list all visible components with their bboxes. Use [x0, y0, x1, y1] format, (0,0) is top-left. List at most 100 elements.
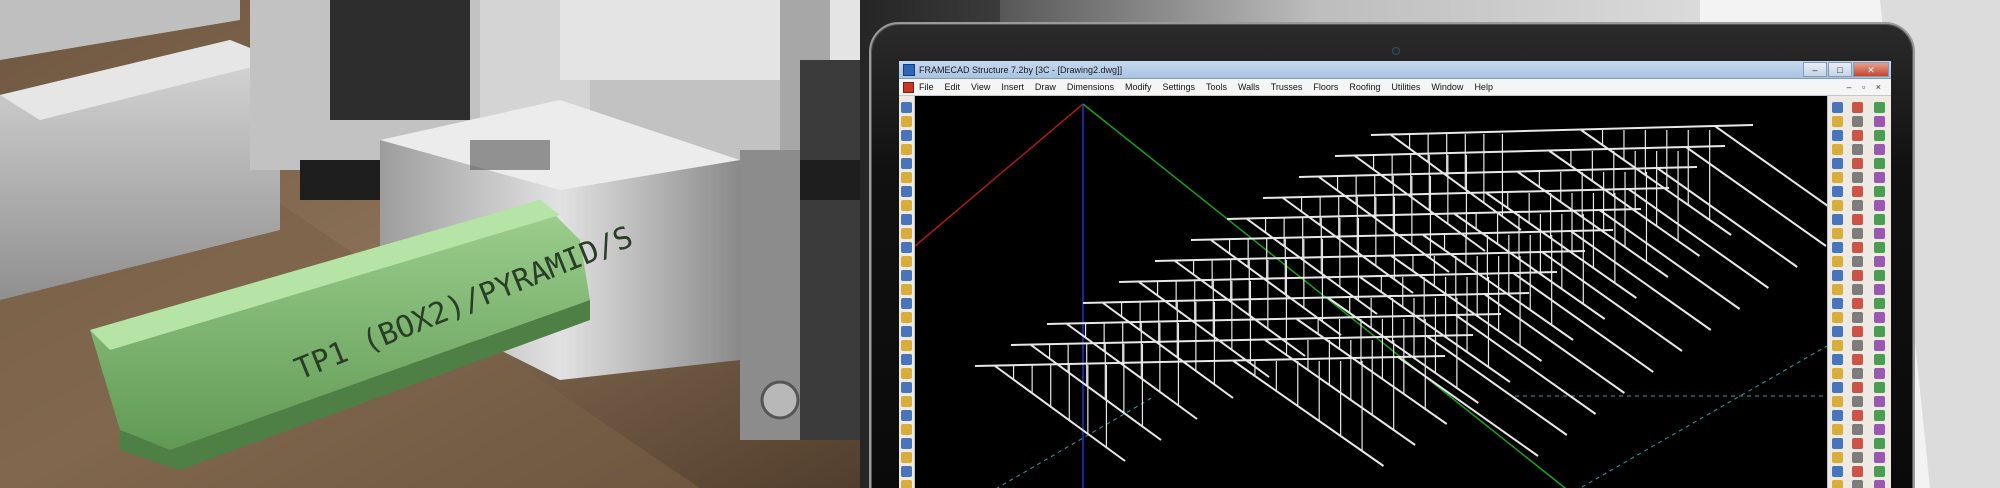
toolbar-tool-icon[interactable] — [1852, 452, 1863, 463]
toolbar-tool-icon[interactable] — [901, 368, 912, 379]
menu-insert[interactable]: Insert — [1001, 82, 1024, 92]
toolbar-tool-icon[interactable] — [1832, 130, 1843, 141]
toolbar-tool-icon[interactable] — [1832, 354, 1843, 365]
toolbar-tool-icon[interactable] — [1874, 256, 1885, 267]
toolbar-tool-icon[interactable] — [1852, 172, 1863, 183]
menu-walls[interactable]: Walls — [1238, 82, 1260, 92]
menu-tools[interactable]: Tools — [1206, 82, 1227, 92]
toolbar-tool-icon[interactable] — [1874, 228, 1885, 239]
toolbar-tool-icon[interactable] — [901, 298, 912, 309]
toolbar-tool-icon[interactable] — [1832, 270, 1843, 281]
toolbar-tool-icon[interactable] — [1852, 298, 1863, 309]
toolbar-tool-icon[interactable] — [901, 102, 912, 113]
toolbar-tool-icon[interactable] — [1874, 354, 1885, 365]
toolbar-tool-icon[interactable] — [1852, 466, 1863, 477]
toolbar-tool-icon[interactable] — [1832, 452, 1843, 463]
toolbar-tool-icon[interactable] — [1874, 424, 1885, 435]
toolbar-tool-icon[interactable] — [1832, 200, 1843, 211]
menu-view[interactable]: View — [971, 82, 990, 92]
toolbar-tool-icon[interactable] — [1874, 284, 1885, 295]
toolbar-tool-icon[interactable] — [1874, 242, 1885, 253]
toolbar-tool-icon[interactable] — [1832, 368, 1843, 379]
menu-modify[interactable]: Modify — [1125, 82, 1152, 92]
toolbar-tool-icon[interactable] — [1832, 116, 1843, 127]
toolbar-tool-icon[interactable] — [901, 200, 912, 211]
toolbar-tool-icon[interactable] — [901, 116, 912, 127]
toolbar-tool-icon[interactable] — [1874, 200, 1885, 211]
toolbar-tool-icon[interactable] — [1852, 424, 1863, 435]
menu-dimensions[interactable]: Dimensions — [1067, 82, 1114, 92]
menu-trusses[interactable]: Trusses — [1271, 82, 1303, 92]
menu-utilities[interactable]: Utilities — [1391, 82, 1420, 92]
toolbar-tool-icon[interactable] — [1874, 158, 1885, 169]
toolbar-tool-icon[interactable] — [1874, 452, 1885, 463]
toolbar-tool-icon[interactable] — [1874, 438, 1885, 449]
menu-help[interactable]: Help — [1474, 82, 1493, 92]
toolbar-tool-icon[interactable] — [1832, 340, 1843, 351]
toolbar-tool-icon[interactable] — [1852, 410, 1863, 421]
toolbar-tool-icon[interactable] — [901, 312, 912, 323]
toolbar-tool-icon[interactable] — [1832, 256, 1843, 267]
toolbar-tool-icon[interactable] — [1832, 242, 1843, 253]
toolbar-tool-icon[interactable] — [1832, 158, 1843, 169]
toolbar-tool-icon[interactable] — [901, 144, 912, 155]
toolbar-tool-icon[interactable] — [1874, 480, 1885, 488]
menu-file[interactable]: File — [919, 82, 934, 92]
toolbar-tool-icon[interactable] — [901, 326, 912, 337]
toolbar-tool-icon[interactable] — [1832, 228, 1843, 239]
toolbar-tool-icon[interactable] — [1832, 284, 1843, 295]
toolbar-tool-icon[interactable] — [1874, 144, 1885, 155]
toolbar-tool-icon[interactable] — [901, 452, 912, 463]
toolbar-tool-icon[interactable] — [1832, 102, 1843, 113]
toolbar-tool-icon[interactable] — [1874, 130, 1885, 141]
toolbar-tool-icon[interactable] — [1852, 144, 1863, 155]
toolbar-tool-icon[interactable] — [1832, 186, 1843, 197]
toolbar-tool-icon[interactable] — [1852, 326, 1863, 337]
toolbar-tool-icon[interactable] — [901, 438, 912, 449]
toolbar-tool-icon[interactable] — [901, 424, 912, 435]
toolbar-tool-icon[interactable] — [1874, 102, 1885, 113]
toolbar-tool-icon[interactable] — [901, 284, 912, 295]
toolbar-tool-icon[interactable] — [1852, 242, 1863, 253]
minimize-button[interactable]: – — [1803, 62, 1827, 77]
toolbar-tool-icon[interactable] — [1852, 186, 1863, 197]
document-window-controls[interactable]: – ▫ × — [1847, 82, 1885, 92]
toolbar-tool-icon[interactable] — [1852, 438, 1863, 449]
toolbar-tool-icon[interactable] — [1852, 382, 1863, 393]
maximize-button[interactable]: □ — [1828, 62, 1852, 77]
drawing-document-icon[interactable] — [903, 81, 914, 93]
menu-window[interactable]: Window — [1431, 82, 1463, 92]
menu-floors[interactable]: Floors — [1313, 82, 1338, 92]
toolbar-tool-icon[interactable] — [1852, 312, 1863, 323]
toolbar-tool-icon[interactable] — [1852, 214, 1863, 225]
toolbar-tool-icon[interactable] — [1874, 172, 1885, 183]
toolbar-tool-icon[interactable] — [901, 340, 912, 351]
toolbar-tool-icon[interactable] — [1832, 326, 1843, 337]
toolbar-tool-icon[interactable] — [901, 256, 912, 267]
toolbar-tool-icon[interactable] — [1874, 340, 1885, 351]
toolbar-tool-icon[interactable] — [1852, 354, 1863, 365]
toolbar-tool-icon[interactable] — [901, 382, 912, 393]
toolbar-tool-icon[interactable] — [1832, 480, 1843, 488]
toolbar-tool-icon[interactable] — [1874, 382, 1885, 393]
toolbar-tool-icon[interactable] — [1852, 130, 1863, 141]
toolbar-tool-icon[interactable] — [1852, 270, 1863, 281]
menu-draw[interactable]: Draw — [1035, 82, 1056, 92]
toolbar-tool-icon[interactable] — [1832, 144, 1843, 155]
toolbar-tool-icon[interactable] — [1852, 158, 1863, 169]
toolbar-tool-icon[interactable] — [901, 186, 912, 197]
toolbar-tool-icon[interactable] — [901, 354, 912, 365]
toolbar-tool-icon[interactable] — [1874, 396, 1885, 407]
toolbar-tool-icon[interactable] — [901, 396, 912, 407]
toolbar-tool-icon[interactable] — [1832, 424, 1843, 435]
toolbar-tool-icon[interactable] — [1852, 102, 1863, 113]
toolbar-tool-icon[interactable] — [901, 466, 912, 477]
toolbar-tool-icon[interactable] — [1852, 480, 1863, 488]
toolbar-tool-icon[interactable] — [901, 242, 912, 253]
toolbar-tool-icon[interactable] — [1874, 326, 1885, 337]
toolbar-tool-icon[interactable] — [1832, 214, 1843, 225]
toolbar-tool-icon[interactable] — [1832, 438, 1843, 449]
toolbar-tool-icon[interactable] — [901, 214, 912, 225]
toolbar-tool-icon[interactable] — [901, 270, 912, 281]
toolbar-tool-icon[interactable] — [1874, 270, 1885, 281]
